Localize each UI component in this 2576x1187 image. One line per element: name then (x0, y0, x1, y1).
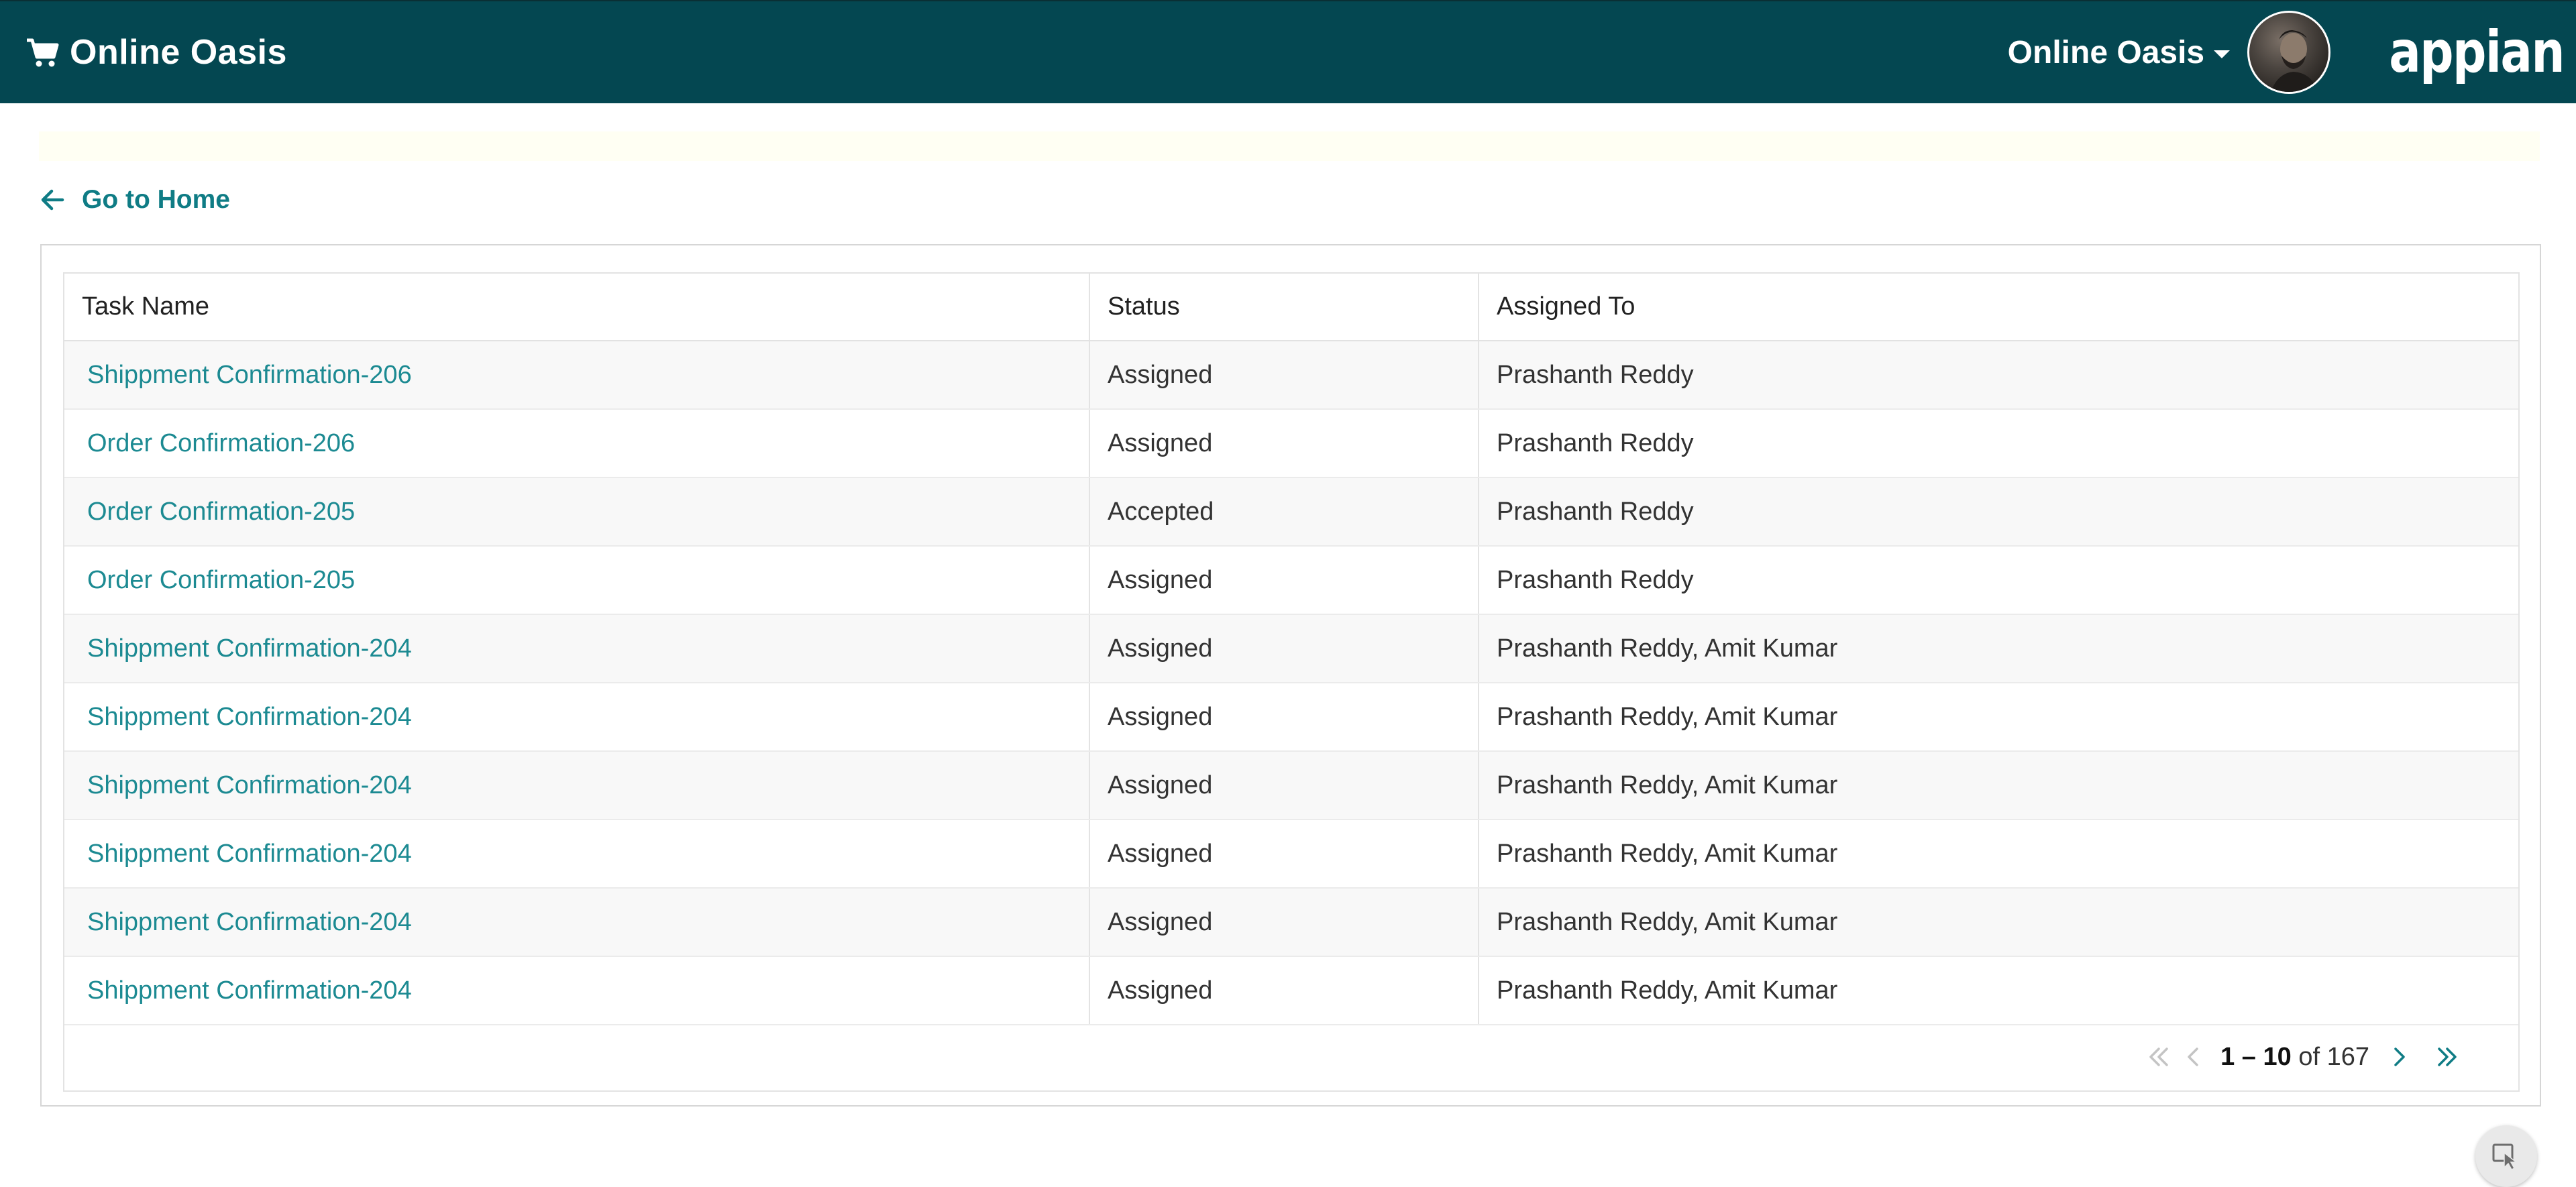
status-cell: Assigned (1089, 888, 1479, 957)
status-cell: Assigned (1089, 956, 1479, 1025)
column-header-status: Status (1089, 274, 1479, 341)
app-title: Online Oasis (70, 33, 287, 72)
table-row: Shippment Confirmation-204 Assigned Pras… (64, 614, 2518, 683)
task-link[interactable]: Shippment Confirmation-204 (87, 703, 412, 731)
task-link[interactable]: Order Confirmation-205 (87, 498, 355, 526)
cart-icon (27, 38, 59, 67)
status-cell: Assigned (1089, 819, 1479, 889)
task-name-cell: Shippment Confirmation-204 (64, 751, 1089, 820)
status-cell: Assigned (1089, 546, 1479, 615)
column-header-assigned-to: Assigned To (1478, 274, 2518, 341)
avatar-photo (2271, 30, 2318, 92)
assigned-to-cell: Prashanth Reddy, Amit Kumar (1478, 614, 2518, 683)
go-to-home-label: Go to Home (82, 185, 230, 214)
pager-range-start: 1 (2220, 1042, 2235, 1071)
table-row: Order Confirmation-205 Accepted Prashant… (64, 477, 2518, 547)
tasks-card: Task Name Status Assigned To Shippment C… (40, 244, 2541, 1107)
select-pointer-icon (2492, 1143, 2518, 1170)
task-link[interactable]: Shippment Confirmation-204 (87, 840, 412, 868)
prev-page-icon[interactable] (2176, 1039, 2211, 1074)
table-row: Shippment Confirmation-204 Assigned Pras… (64, 819, 2518, 889)
task-link[interactable]: Shippment Confirmation-204 (87, 771, 412, 799)
status-cell: Assigned (1089, 409, 1479, 478)
pager-of-label: of (2291, 1042, 2327, 1071)
go-to-home-link[interactable]: Go to Home (40, 185, 230, 215)
status-cell: Assigned (1089, 751, 1479, 820)
header-right: Online Oasis appian (2007, 1, 2565, 103)
user-avatar[interactable] (2247, 11, 2331, 94)
last-page-icon[interactable] (2430, 1039, 2465, 1074)
status-cell: Assigned (1089, 341, 1479, 410)
assigned-to-cell: Prashanth Reddy (1478, 409, 2518, 478)
grid-pager: 1 – 10 of 167 (2141, 1039, 2465, 1074)
task-name-cell: Order Confirmation-206 (64, 409, 1089, 478)
assigned-to-cell: Prashanth Reddy (1478, 546, 2518, 615)
task-link[interactable]: Order Confirmation-206 (87, 429, 355, 457)
pager-range-sep: – (2235, 1042, 2263, 1071)
task-name-cell: Order Confirmation-205 (64, 546, 1089, 615)
assigned-to-cell: Prashanth Reddy, Amit Kumar (1478, 888, 2518, 957)
tasks-grid: Task Name Status Assigned To Shippment C… (63, 272, 2520, 1092)
task-name-cell: Shippment Confirmation-204 (64, 683, 1089, 752)
top-header: Online Oasis Online Oasis appian (0, 0, 2576, 103)
appian-logo: appian (2389, 19, 2565, 86)
info-banner (39, 131, 2540, 161)
column-header-task-name: Task Name (64, 274, 1089, 341)
task-name-cell: Shippment Confirmation-204 (64, 956, 1089, 1025)
task-name-cell: Shippment Confirmation-204 (64, 614, 1089, 683)
select-pointer-button[interactable] (2475, 1125, 2537, 1187)
status-cell: Assigned (1089, 614, 1479, 683)
assigned-to-cell: Prashanth Reddy, Amit Kumar (1478, 956, 2518, 1025)
assigned-to-cell: Prashanth Reddy, Amit Kumar (1478, 683, 2518, 752)
task-link[interactable]: Shippment Confirmation-206 (87, 361, 412, 389)
status-cell: Assigned (1089, 683, 1479, 752)
table-row: Shippment Confirmation-206 Assigned Pras… (64, 341, 2518, 410)
table-row: Shippment Confirmation-204 Assigned Pras… (64, 956, 2518, 1025)
next-page-icon[interactable] (2381, 1039, 2416, 1074)
task-link[interactable]: Order Confirmation-205 (87, 566, 355, 594)
app-brand[interactable]: Online Oasis (25, 32, 287, 72)
assigned-to-cell: Prashanth Reddy, Amit Kumar (1478, 751, 2518, 820)
assigned-to-cell: Prashanth Reddy (1478, 341, 2518, 410)
assigned-to-cell: Prashanth Reddy, Amit Kumar (1478, 819, 2518, 889)
caret-down-icon (2214, 50, 2231, 58)
status-cell: Accepted (1089, 477, 1479, 547)
table-row: Shippment Confirmation-204 Assigned Pras… (64, 683, 2518, 752)
table-row: Shippment Confirmation-204 Assigned Pras… (64, 888, 2518, 957)
task-name-cell: Order Confirmation-205 (64, 477, 1089, 547)
task-name-cell: Shippment Confirmation-204 (64, 819, 1089, 889)
task-link[interactable]: Shippment Confirmation-204 (87, 908, 412, 936)
arrow-left-icon (41, 189, 64, 211)
task-link[interactable]: Shippment Confirmation-204 (87, 634, 412, 663)
pager-range: 1 – 10 of 167 (2220, 1043, 2369, 1072)
table-row: Order Confirmation-206 Assigned Prashant… (64, 409, 2518, 478)
table-header-row: Task Name Status Assigned To (64, 274, 2518, 341)
table-row: Shippment Confirmation-204 Assigned Pras… (64, 751, 2518, 820)
table-row: Order Confirmation-205 Assigned Prashant… (64, 546, 2518, 615)
task-name-cell: Shippment Confirmation-206 (64, 341, 1089, 410)
site-menu[interactable]: Online Oasis (2007, 34, 2231, 71)
first-page-icon[interactable] (2141, 1039, 2176, 1074)
assigned-to-cell: Prashanth Reddy (1478, 477, 2518, 547)
pager-total: 167 (2326, 1042, 2369, 1071)
tasks-table: Task Name Status Assigned To Shippment C… (64, 274, 2518, 1025)
task-link[interactable]: Shippment Confirmation-204 (87, 976, 412, 1005)
site-menu-label: Online Oasis (2007, 34, 2205, 70)
task-name-cell: Shippment Confirmation-204 (64, 888, 1089, 957)
pager-range-end: 10 (2263, 1042, 2292, 1071)
